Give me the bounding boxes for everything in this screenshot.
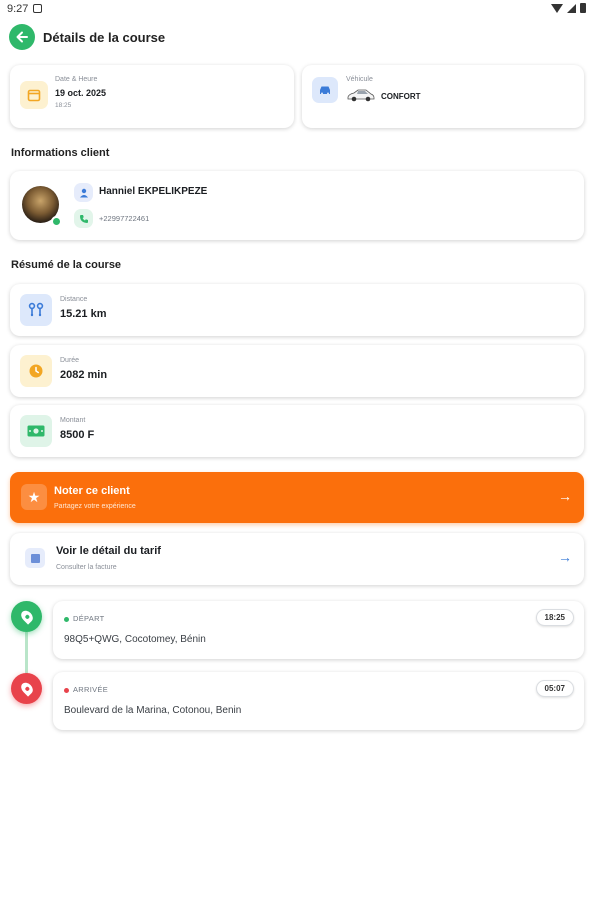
arrow-right-icon: → — [558, 549, 572, 565]
wifi-icon — [551, 3, 563, 13]
departure-tag: DÉPART — [73, 614, 105, 623]
online-status-dot — [51, 216, 62, 227]
tarif-detail-button[interactable]: Voir le détail du tarif Consulter la fac… — [10, 533, 584, 585]
car-thumbnail — [346, 89, 376, 102]
signal-icon — [567, 3, 576, 13]
vehicle-label: Véhicule — [346, 76, 373, 83]
rate-client-button[interactable]: ★ Noter ce client Partagez votre expérie… — [10, 472, 584, 523]
route-icon — [20, 294, 52, 326]
timeline-connector — [25, 632, 28, 678]
arrival-address: Boulevard de la Marina, Cotonou, Benin — [64, 705, 242, 716]
amount-card: Montant 8500 F — [10, 405, 584, 457]
time-value: 18:25 — [55, 102, 72, 109]
departure-card: DÉPART 18:25 98Q5+QWG, Cocotomey, Bénin — [53, 601, 584, 659]
duration-value: 2082 min — [60, 369, 108, 381]
departure-time: 18:25 — [535, 609, 574, 626]
vehicle-card: Véhicule CONFORT — [302, 65, 584, 128]
arrival-dot — [64, 688, 69, 693]
arrow-right-icon: → — [558, 488, 572, 504]
date-time-card: Date & Heure 19 oct. 2025 18:25 — [10, 65, 294, 128]
summary-section-title: Résumé de la course — [11, 259, 122, 271]
tarif-detail-title: Voir le détail du tarif — [56, 545, 161, 557]
rate-client-subtitle: Partagez votre expérience — [54, 503, 136, 510]
arrival-tag: ARRIVÉE — [73, 685, 109, 694]
departure-address: 98Q5+QWG, Cocotomey, Bénin — [64, 634, 206, 645]
departure-pin-icon — [11, 601, 42, 632]
distance-label: Distance — [60, 296, 88, 303]
client-name: Hanniel EKPELIKPEZE — [99, 186, 208, 197]
amount-label: Montant — [60, 417, 86, 424]
vehicle-category: CONFORT — [381, 92, 421, 101]
date-label: Date & Heure — [55, 76, 98, 83]
clock-icon — [20, 355, 52, 387]
arrow-left-icon — [16, 31, 28, 43]
client-phone[interactable]: +22997722461 — [99, 214, 149, 223]
money-icon — [20, 415, 52, 447]
status-bar: 9:27 — [0, 0, 594, 20]
duration-label: Durée — [60, 357, 80, 364]
date-value: 19 oct. 2025 — [55, 88, 107, 98]
rate-client-title: Noter ce client — [54, 485, 130, 497]
status-time: 9:27 — [7, 3, 29, 15]
back-button[interactable] — [9, 24, 35, 50]
distance-value: 15.21 km — [60, 308, 107, 320]
duration-card: Durée 2082 min — [10, 345, 584, 397]
arrival-card: ARRIVÉE 05:07 Boulevard de la Marina, Co… — [53, 672, 584, 730]
star-icon: ★ — [21, 484, 47, 510]
car-icon — [312, 77, 338, 103]
page-title: Détails de la course — [43, 29, 166, 45]
arrival-time: 05:07 — [535, 680, 574, 697]
battery-icon — [580, 3, 586, 13]
user-icon — [74, 183, 93, 202]
client-section-title: Informations client — [11, 147, 110, 159]
invoice-icon — [25, 548, 45, 568]
arrival-pin-icon — [11, 673, 42, 704]
distance-card: Distance 15.21 km — [10, 284, 584, 336]
departure-dot — [64, 617, 69, 622]
calendar-icon — [20, 81, 48, 109]
notification-icon — [33, 4, 42, 13]
client-card[interactable]: Hanniel EKPELIKPEZE +22997722461 — [10, 171, 584, 240]
phone-icon[interactable] — [74, 209, 93, 228]
tarif-detail-subtitle: Consulter la facture — [56, 564, 117, 571]
amount-value: 8500 F — [60, 429, 95, 441]
status-icons — [551, 3, 586, 13]
app-header: Détails de la course — [9, 24, 165, 50]
